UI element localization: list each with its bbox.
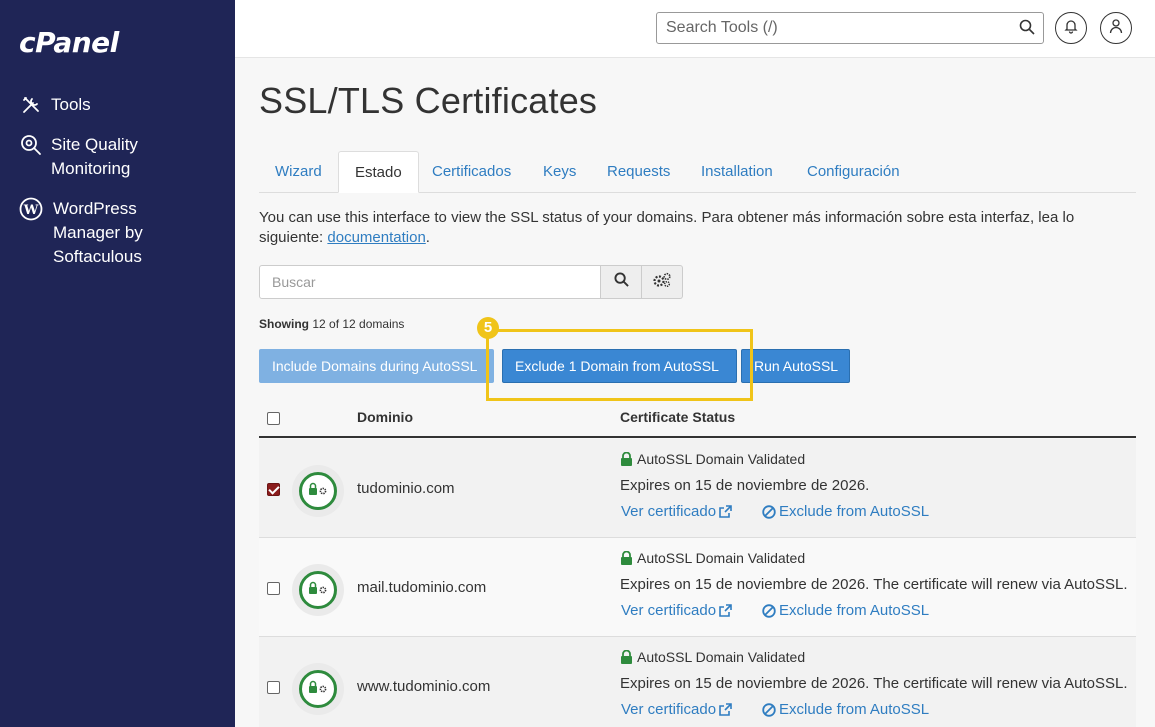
user-icon bbox=[1108, 18, 1124, 39]
row-checkbox[interactable] bbox=[267, 483, 280, 496]
ssl-status-indicator bbox=[292, 465, 344, 517]
domain-name: tudominio.com bbox=[357, 480, 455, 497]
expiry-text: Expires on 15 de noviembre de 2026. The … bbox=[620, 576, 1128, 593]
sidebar-item-site-quality-monitoring[interactable]: Site Quality Monitoring bbox=[19, 133, 138, 181]
sidebar-item-label: Site Quality Monitoring bbox=[51, 135, 138, 178]
search-tools-input[interactable] bbox=[656, 12, 1044, 44]
row-links: Ver certificado Exclude from AutoSSL bbox=[621, 602, 929, 619]
domain-name: www.tudominio.com bbox=[357, 678, 491, 695]
domain-search-group bbox=[259, 265, 683, 299]
sidebar-item-wordpress-manager[interactable]: W WordPress Manager by Softaculous bbox=[19, 197, 179, 269]
row-links: Ver certificado Exclude from AutoSSL bbox=[621, 701, 929, 718]
lock-icon bbox=[620, 452, 633, 466]
ssl-status-indicator bbox=[292, 564, 344, 616]
intro-text: You can use this interface to view the S… bbox=[259, 209, 1075, 246]
column-header-domain: Dominio bbox=[357, 409, 413, 425]
tab-installation[interactable]: Installation bbox=[685, 151, 789, 193]
tab-certificados[interactable]: Certificados bbox=[416, 151, 527, 193]
exclude-from-autossl-link[interactable]: Exclude from AutoSSL bbox=[762, 602, 929, 619]
table-row: tudominio.com AutoSSL Domain Validated E… bbox=[259, 439, 1136, 538]
sidebar: cPanel Tools Site Quality Monitoring W W… bbox=[0, 0, 235, 727]
search-icon[interactable] bbox=[1019, 19, 1037, 37]
search-icon bbox=[613, 272, 629, 292]
tab-bar: Wizard Estado Certificados Keys Requests… bbox=[259, 151, 1136, 193]
select-all-checkbox[interactable] bbox=[267, 412, 280, 425]
search-button[interactable] bbox=[601, 265, 642, 299]
view-certificate-link[interactable]: Ver certificado bbox=[621, 701, 732, 718]
exclude-from-autossl-link[interactable]: Exclude from AutoSSL bbox=[762, 503, 929, 520]
include-domains-button[interactable]: Include Domains during AutoSSL bbox=[259, 349, 494, 383]
bell-icon bbox=[1063, 18, 1079, 39]
expiry-text: Expires on 15 de noviembre de 2026. bbox=[620, 477, 870, 494]
tab-configuracion[interactable]: Configuración bbox=[791, 151, 916, 193]
tab-requests[interactable]: Requests bbox=[591, 151, 686, 193]
magnifier-gear-icon bbox=[19, 133, 43, 157]
wordpress-icon: W bbox=[19, 197, 43, 221]
table-row: www.tudominio.com AutoSSL Domain Validat… bbox=[259, 637, 1136, 727]
ssl-status-indicator bbox=[292, 663, 344, 715]
top-header bbox=[235, 0, 1155, 58]
lock-icon bbox=[620, 650, 633, 664]
status-title: AutoSSL Domain Validated bbox=[620, 451, 805, 467]
showing-count: Showing 12 of 12 domains bbox=[259, 317, 405, 331]
domain-search-input[interactable] bbox=[259, 265, 601, 299]
status-title: AutoSSL Domain Validated bbox=[620, 550, 805, 566]
ban-icon bbox=[762, 603, 779, 618]
cpanel-logo[interactable]: cPanel bbox=[19, 26, 119, 59]
exclude-from-autossl-link[interactable]: Exclude from AutoSSL bbox=[762, 701, 929, 718]
run-autossl-button[interactable]: Run AutoSSL bbox=[741, 349, 850, 383]
row-checkbox[interactable] bbox=[267, 582, 280, 595]
sidebar-item-label: WordPress Manager by Softaculous bbox=[53, 199, 143, 266]
external-link-icon bbox=[716, 604, 732, 617]
external-link-icon bbox=[716, 505, 732, 518]
page-title: SSL/TLS Certificates bbox=[259, 80, 598, 121]
tab-wizard[interactable]: Wizard bbox=[259, 151, 338, 193]
step-badge: 5 bbox=[477, 317, 499, 339]
ban-icon bbox=[762, 504, 779, 519]
domain-name: mail.tudominio.com bbox=[357, 579, 487, 596]
tab-estado[interactable]: Estado bbox=[338, 151, 419, 193]
row-links: Ver certificado Exclude from AutoSSL bbox=[621, 503, 929, 520]
user-menu-button[interactable] bbox=[1100, 12, 1132, 44]
status-title: AutoSSL Domain Validated bbox=[620, 649, 805, 665]
view-certificate-link[interactable]: Ver certificado bbox=[621, 602, 732, 619]
table-row: mail.tudominio.com AutoSSL Domain Valida… bbox=[259, 538, 1136, 637]
column-header-status: Certificate Status bbox=[620, 409, 736, 425]
expiry-text: Expires on 15 de noviembre de 2026. The … bbox=[620, 675, 1128, 692]
lock-gear-icon bbox=[307, 680, 329, 699]
table-header: Dominio Certificate Status bbox=[259, 400, 1136, 438]
sidebar-item-label: Tools bbox=[51, 95, 91, 114]
lock-gear-icon bbox=[307, 581, 329, 600]
search-settings-button[interactable] bbox=[642, 265, 683, 299]
notifications-button[interactable] bbox=[1055, 12, 1087, 44]
row-checkbox[interactable] bbox=[267, 681, 280, 694]
sidebar-item-tools[interactable]: Tools bbox=[19, 93, 91, 117]
external-link-icon bbox=[716, 703, 732, 716]
svg-text:W: W bbox=[23, 203, 39, 218]
documentation-link[interactable]: documentation bbox=[327, 229, 425, 246]
view-certificate-link[interactable]: Ver certificado bbox=[621, 503, 732, 520]
gears-icon bbox=[652, 272, 672, 293]
exclude-domain-button[interactable]: Exclude 1 Domain from AutoSSL bbox=[502, 349, 737, 383]
lock-gear-icon bbox=[307, 482, 329, 501]
ban-icon bbox=[762, 702, 779, 717]
tools-icon bbox=[19, 93, 43, 117]
lock-icon bbox=[620, 551, 633, 565]
tab-keys[interactable]: Keys bbox=[527, 151, 592, 193]
